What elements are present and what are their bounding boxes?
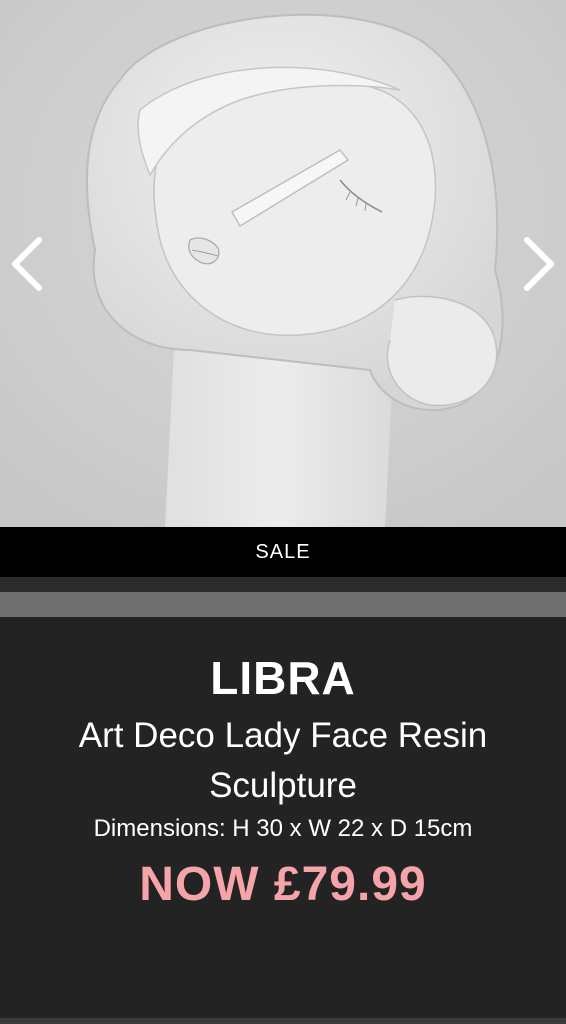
gallery-prev-button[interactable] (2, 232, 52, 296)
sale-banner: SALE (0, 527, 566, 577)
product-dimensions: Dimensions: H 30 x W 22 x D 15cm (93, 815, 473, 842)
sale-label: SALE (255, 540, 311, 563)
divider-grey (0, 592, 566, 617)
product-info: LIBRA Art Deco Lady Face Resin Sculpture… (0, 617, 566, 1024)
product-image-gallery[interactable] (0, 0, 566, 527)
bottom-divider (0, 1018, 566, 1024)
product-brand: LIBRA (210, 652, 356, 704)
chevron-left-icon (12, 237, 42, 291)
gallery-next-button[interactable] (514, 232, 564, 296)
product-name: Art Deco Lady Face Resin Sculpture (78, 716, 488, 805)
product-price: NOW £79.99 (139, 858, 427, 911)
chevron-right-icon (524, 237, 554, 291)
product-image (0, 0, 566, 527)
divider (0, 577, 566, 592)
